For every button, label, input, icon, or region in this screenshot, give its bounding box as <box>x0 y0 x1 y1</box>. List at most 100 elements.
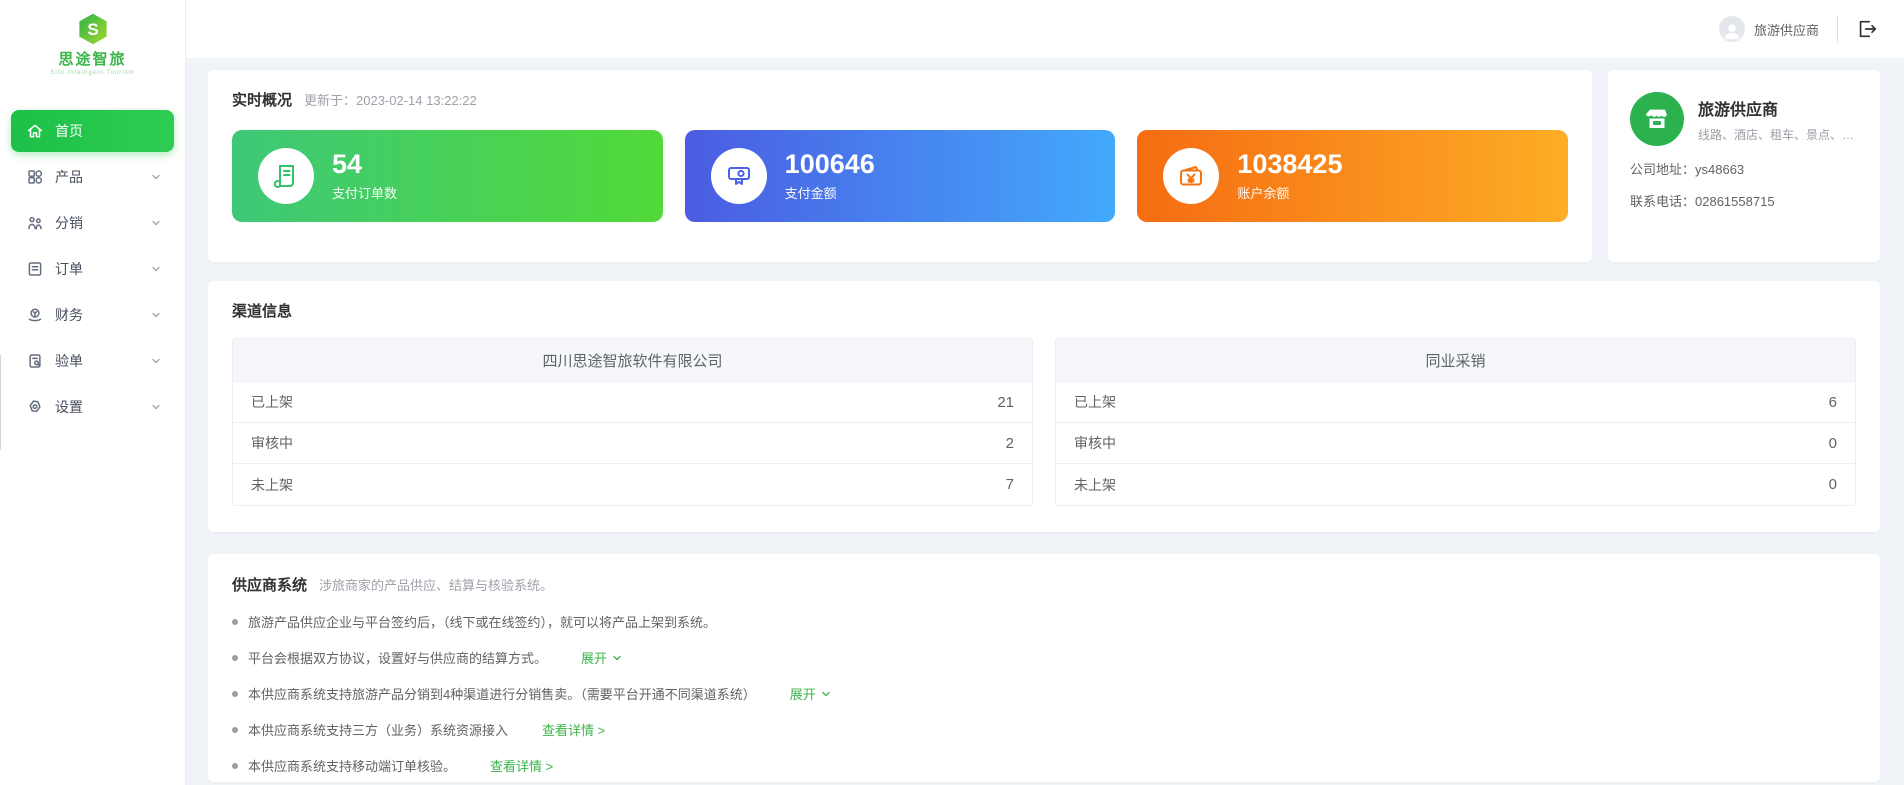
row-value: 6 <box>1829 394 1837 411</box>
row-value: 0 <box>1829 435 1837 452</box>
channel-table-company: 四川思途智旅软件有限公司 已上架 21 审核中 2 未上架 7 <box>232 338 1033 506</box>
stat-card-paid-orders[interactable]: 54 支付订单数 <box>232 130 663 222</box>
overview-row: 实时概况 更新于：2023-02-14 13:22:22 54 <box>208 70 1880 262</box>
stat-card-balance[interactable]: 1038425 账户余额 <box>1137 130 1568 222</box>
sidebar-item-settings[interactable]: 设置 <box>11 386 174 428</box>
supplier-phone: 联系电话：02861558715 <box>1630 191 1858 210</box>
row-label: 已上架 <box>251 392 293 412</box>
channel-table-peer: 同业采销 已上架 6 审核中 0 未上架 0 <box>1055 338 1856 506</box>
row-label: 未上架 <box>1074 475 1116 495</box>
address-label: 公司地址： <box>1630 162 1695 177</box>
stat-text: 1038425 账户余额 <box>1237 150 1342 202</box>
user-avatar[interactable] <box>1719 16 1745 42</box>
people-icon <box>26 214 44 232</box>
stat-label: 支付订单数 <box>332 183 397 202</box>
overview-titlebar: 实时概况 更新于：2023-02-14 13:22:22 <box>232 89 1568 110</box>
supplier-tags: 线路、酒店、租车、景点、团购... <box>1698 126 1856 143</box>
bullet-text: 本供应商系统支持旅游产品分销到4种渠道进行分销售卖。（需要平台开通不同渠道系统） <box>248 684 756 703</box>
view-details-label: 查看详情 > <box>542 720 605 739</box>
sidebar-item-home[interactable]: 首页 <box>11 110 174 152</box>
sidebar-item-label: 首页 <box>55 121 162 141</box>
chevron-down-icon <box>611 652 623 664</box>
stat-value: 100646 <box>785 150 875 180</box>
table-row: 已上架 21 <box>233 382 1032 423</box>
bullet-text: 平台会根据双方协议，设置好与供应商的结算方式。 <box>248 648 547 667</box>
verify-document-icon <box>26 352 44 370</box>
row-label: 已上架 <box>1074 392 1116 412</box>
system-bullet: 本供应商系统支持移动端订单核验。 查看详情 > <box>232 756 1856 775</box>
stat-label: 账户余额 <box>1237 183 1342 202</box>
row-value: 2 <box>1006 435 1014 452</box>
row-label: 审核中 <box>251 433 293 453</box>
app-root: S 思途智旅 Situ Intelligent Tourism 首页 <box>0 0 1904 785</box>
overview-updated-time: 更新于：2023-02-14 13:22:22 <box>304 90 477 109</box>
sidebar-item-finance[interactable]: 财务 <box>11 294 174 336</box>
channel-table-header: 同业采销 <box>1056 339 1855 382</box>
phone-value: 02861558715 <box>1695 194 1775 209</box>
chevron-down-icon <box>820 688 832 700</box>
order-document-icon <box>26 260 44 278</box>
row-value: 0 <box>1829 476 1837 493</box>
chevron-down-icon <box>150 171 162 183</box>
channel-tables: 四川思途智旅软件有限公司 已上架 21 审核中 2 未上架 7 <box>232 338 1856 506</box>
chevron-down-icon <box>150 217 162 229</box>
table-row: 审核中 2 <box>233 423 1032 464</box>
products-grid-icon <box>26 168 44 186</box>
channel-table-header: 四川思途智旅软件有限公司 <box>233 339 1032 382</box>
sidebar-menu: 首页 产品 分销 <box>0 110 185 428</box>
sidebar-item-products[interactable]: 产品 <box>11 156 174 198</box>
supplier-header: 旅游供应商 线路、酒店、租车、景点、团购... <box>1630 92 1858 146</box>
left-edge-scrollbar[interactable] <box>0 355 1 450</box>
system-title: 供应商系统 <box>232 574 307 595</box>
table-row: 已上架 6 <box>1056 382 1855 423</box>
view-details-label: 查看详情 > <box>490 756 553 775</box>
bullet-text: 本供应商系统支持三方（业务）系统资源接入 <box>248 720 508 739</box>
row-value: 7 <box>1006 476 1014 493</box>
stat-text: 100646 支付金额 <box>785 150 875 202</box>
view-details-link[interactable]: 查看详情 > <box>490 756 553 775</box>
sidebar-item-label: 产品 <box>55 167 150 187</box>
system-titlebar: 供应商系统 涉旅商家的产品供应、结算与核验系统。 <box>232 574 1856 595</box>
chevron-down-icon <box>150 263 162 275</box>
sidebar-item-label: 设置 <box>55 397 150 417</box>
expand-link[interactable]: 展开 <box>790 684 832 703</box>
sidebar-item-label: 订单 <box>55 259 150 279</box>
bullet-dot-icon <box>232 619 238 625</box>
sidebar-item-orders[interactable]: 订单 <box>11 248 174 290</box>
chevron-down-icon <box>150 401 162 413</box>
stat-label: 支付金额 <box>785 183 875 202</box>
supplier-info-card: 旅游供应商 线路、酒店、租车、景点、团购... 公司地址：ys48663 联系电… <box>1608 70 1880 262</box>
view-details-link[interactable]: 查看详情 > <box>542 720 605 739</box>
system-bullet: 本供应商系统支持旅游产品分销到4种渠道进行分销售卖。（需要平台开通不同渠道系统）… <box>232 684 1856 703</box>
bullet-text: 旅游产品供应企业与平台签约后，（线下或在线签约），就可以将产品上架到系统。 <box>248 612 716 631</box>
topbar: 旅游供应商 <box>186 0 1904 58</box>
settings-gear-icon <box>26 398 44 416</box>
sidebar-item-distribution[interactable]: 分销 <box>11 202 174 244</box>
table-row: 未上架 0 <box>1056 464 1855 505</box>
topbar-username[interactable]: 旅游供应商 <box>1754 20 1819 39</box>
channel-info-panel: 渠道信息 四川思途智旅软件有限公司 已上架 21 审核中 2 未 <box>208 281 1880 532</box>
finance-coin-icon <box>26 306 44 324</box>
bullet-dot-icon <box>232 655 238 661</box>
logout-icon[interactable] <box>1856 18 1878 40</box>
sidebar-item-label: 财务 <box>55 305 150 325</box>
table-row: 未上架 7 <box>233 464 1032 505</box>
sidebar-item-verify[interactable]: 验单 <box>11 340 174 382</box>
channels-title: 渠道信息 <box>232 300 1856 321</box>
stat-card-paid-amount[interactable]: 100646 支付金额 <box>685 130 1116 222</box>
bullet-dot-icon <box>232 763 238 769</box>
phone-label: 联系电话： <box>1630 194 1695 209</box>
supplier-address: 公司地址：ys48663 <box>1630 159 1858 178</box>
topbar-divider <box>1837 16 1838 42</box>
system-desc: 涉旅商家的产品供应、结算与核验系统。 <box>319 575 553 594</box>
expand-link[interactable]: 展开 <box>581 648 623 667</box>
home-icon <box>26 122 44 140</box>
brand-tagline: Situ Intelligent Tourism <box>0 70 185 76</box>
chevron-down-icon <box>150 309 162 321</box>
bullet-dot-icon <box>232 727 238 733</box>
storefront-icon <box>1630 92 1684 146</box>
row-label: 未上架 <box>251 475 293 495</box>
expand-link-label: 展开 <box>790 684 816 703</box>
sidebar-item-label: 分销 <box>55 213 150 233</box>
supplier-system-panel: 供应商系统 涉旅商家的产品供应、结算与核验系统。 旅游产品供应企业与平台签约后，… <box>208 554 1880 782</box>
